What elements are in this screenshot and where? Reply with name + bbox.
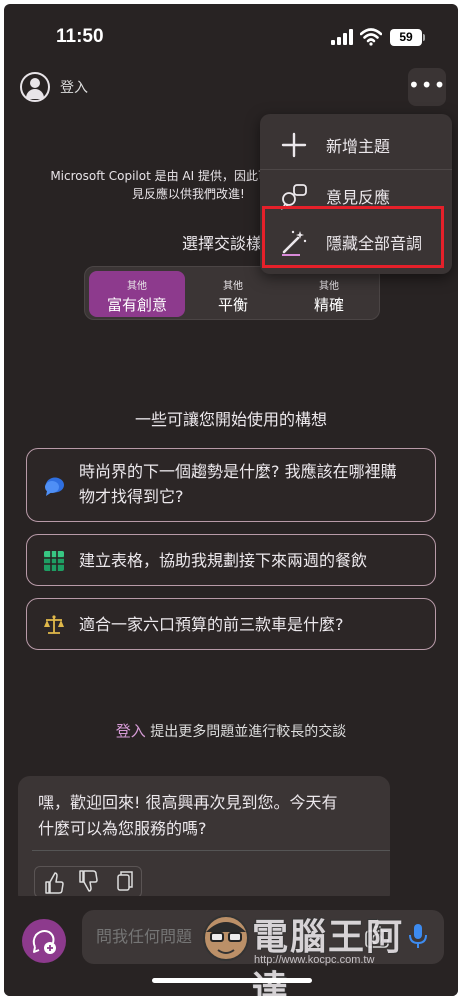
welcome-message-line1: 嘿，歡迎回來! 很高興再次見到您。今天有 [38, 793, 338, 812]
signin-prompt: 登入 提出更多問題並進行較長的交談 [4, 720, 458, 741]
ai-disclaimer-text: Microsoft Copilot 是由 AI 提供，因此可 [50, 169, 270, 183]
scale-icon [44, 615, 64, 634]
suggestion-card[interactable]: 建立表格，協助我規劃接下來兩週的餐飲 [26, 534, 436, 586]
conversation-style-selector: 其他 富有創意 其他 平衡 其他 精確 [84, 266, 380, 320]
style-option-label: 富有創意 [106, 296, 167, 314]
wifi-icon [360, 28, 382, 46]
mascot-face-logo [203, 915, 249, 961]
style-option-creative[interactable]: 其他 富有創意 [89, 271, 185, 317]
menu-item-label: 新增主題 [326, 137, 391, 156]
new-chat-icon [32, 930, 56, 954]
grid-table-icon [44, 551, 64, 571]
suggestion-text: 建立表格，協助我規劃接下來兩週的餐飲 [79, 551, 368, 570]
style-option-tag: 其他 [319, 281, 339, 292]
app-screen: 11:50 59 登入 ••• Microsoft Copilot 是由 AI … [4, 4, 458, 996]
style-option-label: 平衡 [217, 296, 248, 314]
message-feedback-group [34, 866, 142, 898]
account-avatar-icon[interactable] [20, 72, 50, 102]
style-option-label: 精確 [313, 296, 344, 314]
site-watermark: 電腦王阿達 http://www.kocpc.com.tw [200, 908, 434, 996]
style-option-precise[interactable]: 其他 精確 [281, 271, 377, 317]
thumbs-up-icon[interactable] [37, 867, 71, 897]
style-option-balanced[interactable]: 其他 平衡 [185, 271, 281, 317]
menu-item-new-topic[interactable]: 新增主題 [260, 119, 452, 169]
suggestion-text: 時尚界的下一個趨勢是什麼? 我應該在哪裡購 [79, 462, 397, 481]
ideas-heading: 一些可讓您開始使用的構想 [134, 410, 327, 429]
suggestion-card[interactable]: 時尚界的下一個趨勢是什麼? 我應該在哪裡購 物才找得到它? [26, 448, 436, 522]
style-option-tag: 其他 [223, 281, 243, 292]
signin-prompt-link[interactable]: 登入 [116, 722, 146, 740]
highlight-annotation-box [262, 206, 444, 268]
status-time: 11:50 [56, 26, 104, 47]
menu-item-label: 意見反應 [326, 188, 391, 207]
status-bar: 11:50 59 [4, 4, 458, 60]
more-options-button[interactable]: ••• [408, 68, 446, 106]
header-signin-link[interactable]: 登入 [60, 77, 88, 97]
ai-disclaimer-text-line2: 見反應以供我們改進! [132, 187, 245, 201]
battery-indicator: 59 [390, 29, 422, 46]
battery-tip [423, 34, 425, 41]
suggestion-text: 適合一家六口預算的前三款車是什麼? [79, 615, 344, 634]
watermark-url: http://www.kocpc.com.tw [254, 954, 375, 966]
speech-bubble-icon [45, 477, 64, 496]
welcome-message-line2: 什麼可以為您服務的嗎? [38, 819, 207, 838]
new-topic-button[interactable] [22, 919, 66, 963]
signin-prompt-text: 提出更多問題並進行較長的交談 [145, 724, 347, 740]
copy-icon[interactable] [107, 867, 141, 897]
style-option-tag: 其他 [127, 281, 147, 292]
welcome-message-text: 嘿，歡迎回來! 很高興再次見到您。今天有 什麼可以為您服務的嗎? [38, 790, 378, 842]
home-indicator [152, 978, 312, 983]
thumbs-down-icon[interactable] [71, 867, 105, 897]
suggestion-text-line2: 物才找得到它? [79, 487, 184, 506]
plus-icon [281, 132, 307, 158]
cellular-signal-icon [331, 29, 353, 45]
message-divider [32, 850, 390, 851]
suggestion-card[interactable]: 適合一家六口預算的前三款車是什麼? [26, 598, 436, 650]
